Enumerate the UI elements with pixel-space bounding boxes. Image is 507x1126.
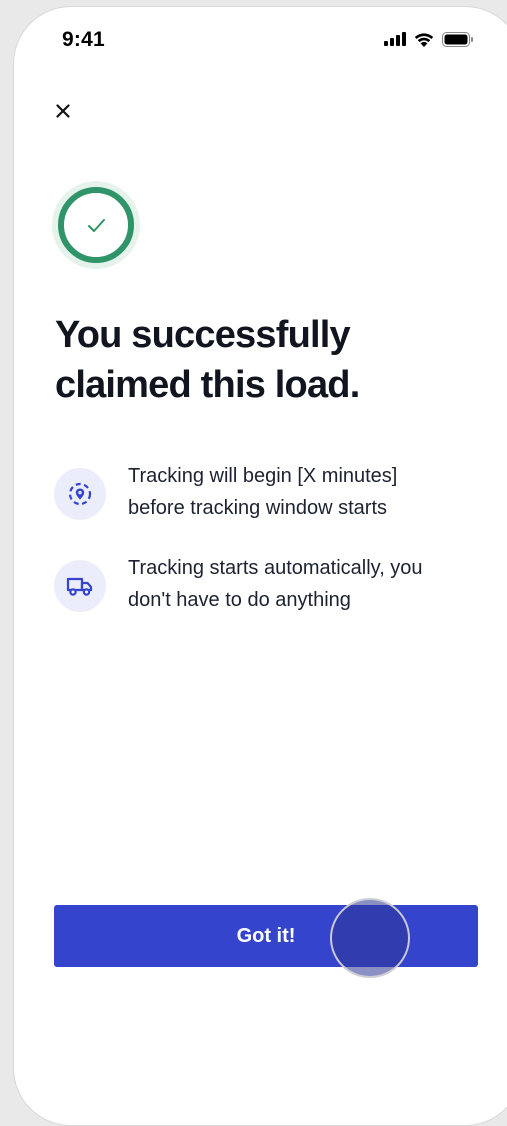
got-it-button-label: Got it! (236, 924, 296, 947)
info-text-line-2: before tracking window starts (128, 497, 388, 519)
got-it-button[interactable]: Got it! (54, 905, 478, 967)
info-icon-container (54, 468, 106, 520)
status-icons (384, 30, 474, 48)
check-circle-icon (52, 181, 140, 269)
wifi-icon (414, 32, 434, 47)
status-bar: 9:41 (0, 0, 507, 80)
success-badge (51, 180, 141, 270)
close-icon (56, 104, 70, 118)
truck-icon (66, 577, 93, 596)
info-text: Tracking will begin [X minutes] before t… (128, 460, 473, 524)
info-text-line-1: Tracking will begin [X minutes] (128, 465, 398, 487)
page-title: You successfully claimed this load. (55, 310, 475, 410)
location-tracking-icon (68, 482, 92, 506)
status-time: 9:41 (62, 28, 105, 51)
info-text-line-2: don't have to do anything (128, 589, 351, 611)
info-text-line-1: Tracking starts automatically, you (128, 557, 423, 579)
signal-icon (384, 32, 406, 46)
battery-icon (442, 31, 473, 47)
title-line-2: claimed this load. (55, 364, 360, 406)
info-icon-container (54, 560, 106, 612)
close-button[interactable] (50, 98, 76, 124)
title-line-1: You successfully (55, 314, 351, 356)
info-text: Tracking starts automatically, you don't… (128, 552, 473, 616)
